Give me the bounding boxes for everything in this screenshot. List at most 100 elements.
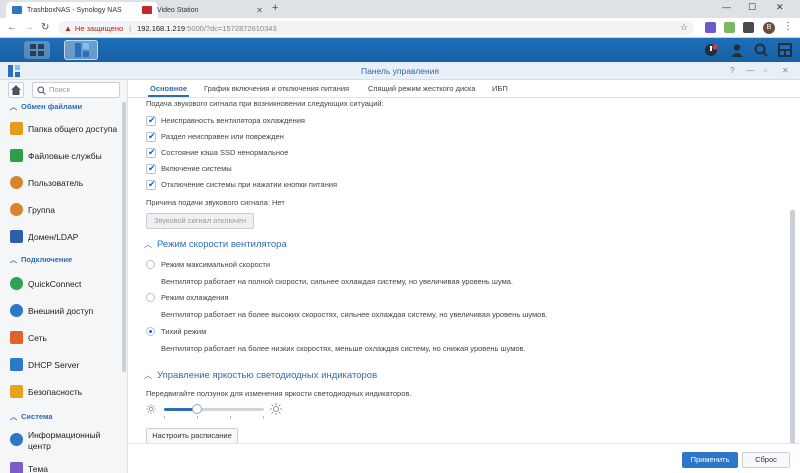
fan-mode-desc: Вентилятор работает на более низких скор…	[161, 344, 526, 353]
help-icon[interactable]: ?	[730, 66, 734, 75]
control-panel-icon	[75, 43, 89, 57]
search-icon	[37, 86, 46, 95]
sidebar-item-info-center[interactable]: Информационный центр	[10, 430, 100, 452]
extension-icon[interactable]	[724, 22, 735, 33]
user-icon[interactable]	[730, 43, 744, 57]
tab-hdd-hibernation[interactable]: Спящий режим жесткого диска	[368, 84, 476, 93]
control-panel-window: Панель управления ? — ▫ ✕ Поиск ︿ Обмен ф…	[0, 62, 800, 473]
sidebar-category-connectivity[interactable]: ︿ Подключение	[10, 255, 72, 265]
sidebar-category-system[interactable]: ︿ Система	[10, 412, 53, 422]
close-icon[interactable]: ✕	[782, 66, 789, 75]
maximize-window-icon[interactable]: ☐	[748, 2, 756, 13]
browser-menu-icon[interactable]: ⋮	[783, 21, 793, 32]
led-brightness-slider[interactable]	[164, 404, 264, 414]
chevron-down-icon: ︿	[10, 414, 17, 421]
quickconnect-icon	[10, 277, 23, 290]
sidebar-item-dhcp-server[interactable]: DHCP Server	[10, 358, 79, 371]
fan-mode-label: Тихий режим	[161, 327, 207, 336]
taskbar-control-panel[interactable]	[64, 40, 98, 60]
minimize-window-icon[interactable]: —	[722, 2, 731, 12]
widgets-icon[interactable]	[778, 43, 792, 57]
browser-toolbar: ← → ↻ ▲ Не защищено | 192.168.1.219 :500…	[0, 18, 800, 38]
sidebar-scrollbar[interactable]	[122, 102, 126, 372]
back-icon[interactable]: ←	[7, 22, 17, 33]
beep-power-button-checkbox[interactable]	[146, 179, 156, 190]
minimize-icon[interactable]: —	[746, 66, 754, 75]
network-icon	[10, 331, 23, 344]
beep-ssd-cache-checkbox[interactable]	[146, 147, 156, 158]
slider-handle[interactable]	[192, 404, 202, 414]
main-menu-button[interactable]	[24, 41, 50, 59]
group-icon	[10, 203, 23, 216]
beep-option-label: Состояние кэша SSD ненормальное	[161, 148, 289, 157]
sidebar-item-group[interactable]: Группа	[10, 203, 55, 216]
beep-option-label: Включение системы	[161, 164, 232, 173]
sidebar-item-security[interactable]: Безопасность	[10, 385, 82, 398]
extension-icon[interactable]	[705, 22, 716, 33]
security-status[interactable]: Не защищено	[75, 24, 123, 33]
close-window-icon[interactable]: ✕	[776, 2, 784, 13]
search-icon[interactable]	[754, 43, 768, 57]
apply-button[interactable]: Применить	[682, 452, 738, 468]
extension-icon[interactable]	[743, 22, 754, 33]
beep-off-button[interactable]: Звуковой сигнал отключен	[146, 213, 254, 229]
chevron-up-icon: ︿	[144, 240, 152, 249]
sidebar-item-network[interactable]: Сеть	[10, 331, 47, 344]
slider-ticks	[164, 416, 264, 420]
sidebar-item-label: Группа	[28, 204, 55, 215]
tab-general[interactable]: Основное	[147, 84, 190, 97]
folder-icon	[10, 122, 23, 135]
sidebar-item-file-services[interactable]: Файловые службы	[10, 149, 102, 162]
dhcp-icon	[10, 358, 23, 371]
reload-icon[interactable]: ↻	[41, 22, 49, 33]
close-icon[interactable]: ✕	[256, 6, 263, 15]
forward-icon[interactable]: →	[24, 22, 34, 33]
browser-tab-video[interactable]: Video Station ✕	[136, 2, 268, 18]
brightness-high-icon	[270, 403, 282, 415]
reset-button[interactable]: Сброс	[742, 452, 790, 468]
section-title: Режим скорости вентилятора	[157, 239, 287, 250]
tab-power-schedule[interactable]: График включения и отключения питания	[204, 84, 349, 93]
main-content: Подача звукового сигнала при возникновен…	[128, 99, 788, 443]
category-label: Система	[21, 412, 53, 421]
tab-ups[interactable]: ИБП	[492, 84, 508, 93]
fan-quiet-mode-radio[interactable]	[146, 327, 155, 336]
fan-full-speed-radio[interactable]	[146, 260, 155, 269]
fan-section-header[interactable]: ︿ Режим скорости вентилятора	[144, 239, 287, 250]
search-placeholder: Поиск	[49, 85, 70, 94]
warning-icon[interactable]: ▲	[64, 24, 72, 33]
dsm-taskbar	[0, 38, 800, 62]
led-section-header[interactable]: ︿ Управление яркостью светодиодных индика…	[144, 370, 377, 381]
brightness-low-icon	[146, 404, 156, 414]
maximize-icon[interactable]: ▫	[764, 66, 767, 75]
sidebar-item-label: Информационный	[28, 430, 101, 440]
sidebar-category-file-sharing[interactable]: ︿ Обмен файлами	[10, 102, 82, 112]
schedule-button[interactable]: Настроить расписание	[146, 428, 238, 443]
sidebar-item-external-access[interactable]: Внешний доступ	[10, 304, 93, 317]
sidebar: Поиск ︿ Обмен файлами Папка общего доступ…	[0, 80, 128, 473]
address-bar[interactable]: ▲ Не защищено | 192.168.1.219 :5000/?dc=…	[58, 21, 694, 35]
beep-fan-checkbox[interactable]	[146, 115, 156, 126]
sidebar-item-theme[interactable]: Тема	[10, 462, 48, 473]
search-input[interactable]: Поиск	[32, 82, 120, 98]
sidebar-item-quickconnect[interactable]: QuickConnect	[10, 277, 81, 290]
profile-avatar[interactable]: B	[763, 22, 775, 34]
sidebar-item-label: Сеть	[28, 332, 47, 343]
browser-tab-title: Video Station	[157, 6, 199, 14]
chevron-down-icon: ︿	[10, 104, 17, 111]
category-label: Обмен файлами	[21, 102, 83, 111]
fan-cool-mode-radio[interactable]	[146, 293, 155, 302]
bookmark-star-icon[interactable]: ☆	[680, 22, 688, 33]
home-button[interactable]	[8, 82, 24, 98]
sidebar-item-domain-ldap[interactable]: Домен/LDAP	[10, 230, 78, 243]
led-hint: Передвигайте ползунок для изменения ярко…	[146, 389, 412, 398]
beep-option-label: Отключение системы при нажатии кнопки пи…	[161, 180, 338, 189]
beep-volume-checkbox[interactable]	[146, 131, 156, 142]
beep-power-on-checkbox[interactable]	[146, 163, 156, 174]
new-tab-button[interactable]: +	[272, 2, 278, 14]
notifications-icon[interactable]	[704, 43, 718, 57]
sidebar-item-user[interactable]: Пользователь	[10, 176, 83, 189]
category-label: Подключение	[21, 255, 73, 264]
sidebar-item-shared-folder[interactable]: Папка общего доступа	[10, 122, 117, 135]
content-scrollbar[interactable]	[790, 210, 795, 450]
